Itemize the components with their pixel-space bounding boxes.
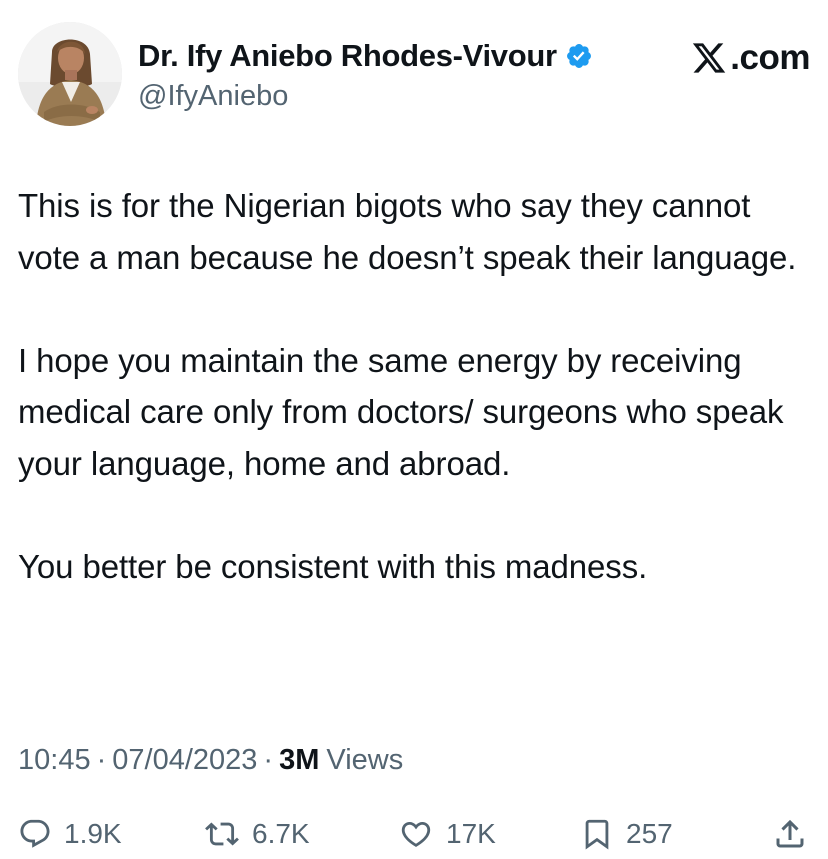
heart-icon [398, 817, 446, 851]
tweet-paragraph: This is for the Nigerian bigots who say … [18, 187, 797, 276]
views-label: Views [326, 744, 404, 776]
author-name-row: Dr. Ify Aniebo Rhodes-Vivour [138, 36, 593, 76]
like-count: 17K [446, 818, 496, 849]
bookmark-button[interactable]: 257 [580, 812, 673, 856]
tweet-paragraph: I hope you maintain the same energy by r… [18, 341, 784, 482]
meta-separator: · [96, 744, 107, 776]
x-logo-icon [690, 40, 730, 76]
meta-separator: · [263, 744, 274, 776]
brand-label: .com [730, 38, 810, 77]
reply-icon [18, 817, 64, 851]
tweet-date[interactable]: 07/04/2023 [112, 744, 257, 777]
brand-watermark: .com [690, 38, 810, 78]
share-icon [772, 816, 820, 852]
author-display-name[interactable]: Dr. Ify Aniebo Rhodes-Vivour [138, 38, 557, 74]
repost-button[interactable]: 6.7K [204, 812, 310, 856]
share-button[interactable] [772, 812, 820, 856]
tweet-header: Dr. Ify Aniebo Rhodes-Vivour @IfyAniebo … [18, 22, 810, 126]
tweet-meta: 10:45 · 07/04/2023 · 3M Views [18, 744, 403, 777]
author-handle[interactable]: @IfyAniebo [138, 80, 593, 113]
avatar[interactable] [18, 22, 122, 126]
reply-count: 1.9K [64, 818, 122, 849]
bookmark-icon [580, 816, 626, 852]
views-count: 3M [279, 744, 320, 776]
author-info: Dr. Ify Aniebo Rhodes-Vivour @IfyAniebo [138, 36, 593, 113]
like-button[interactable]: 17K [398, 812, 496, 856]
verified-badge-icon [557, 42, 593, 70]
tweet-actions-bar: 1.9K 6.7K 17K 257 [18, 812, 810, 856]
tweet-time[interactable]: 10:45 [18, 744, 91, 777]
tweet-text: This is for the Nigerian bigots who say … [18, 180, 813, 592]
repost-count: 6.7K [252, 818, 310, 849]
tweet-paragraph: You better be consistent with this madne… [18, 547, 648, 585]
repost-icon [204, 817, 252, 851]
reply-button[interactable]: 1.9K [18, 812, 122, 856]
bookmark-count: 257 [626, 818, 673, 849]
